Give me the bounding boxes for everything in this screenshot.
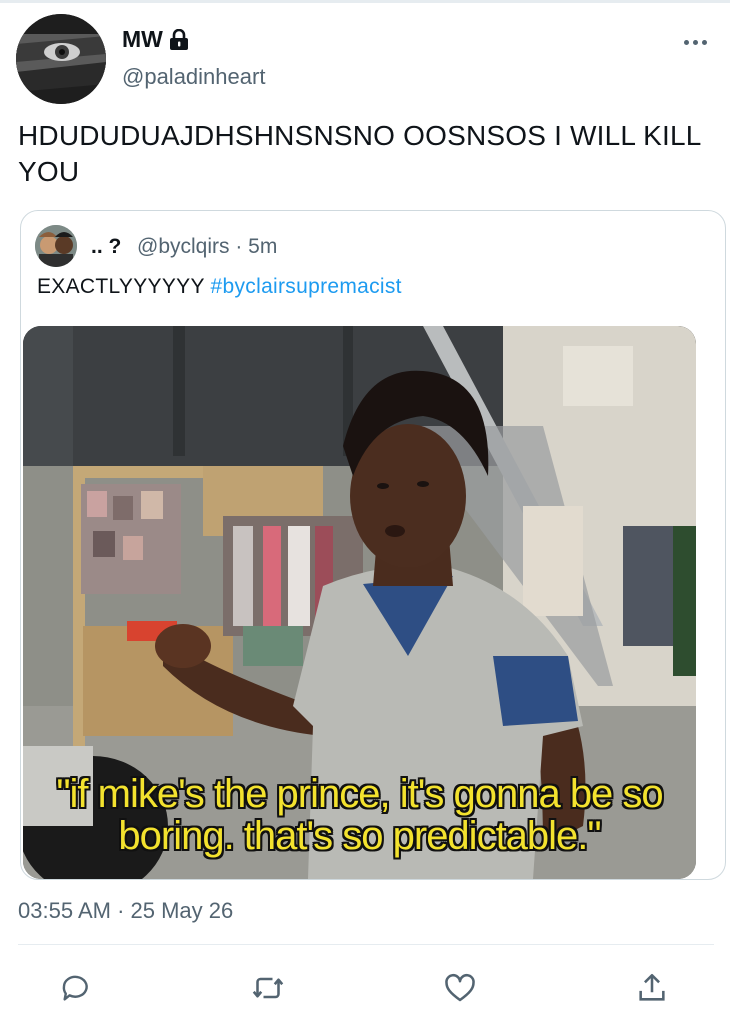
tweet-text: HDUDUDUAJDHSHNSNSNO OOSNSOS I WILL KILL … (18, 120, 701, 187)
quoted-author-name[interactable]: .. ? (91, 235, 121, 259)
media-caption-line-1: "if mike's the prince, it's gonna be so (56, 772, 663, 816)
author-name-text: MW (122, 26, 163, 52)
top-divider (0, 0, 730, 3)
tweet-timestamp[interactable]: 03:55 AM · 25 May 26 (18, 898, 233, 924)
like-button[interactable] (440, 968, 480, 1008)
author-display-name[interactable]: MW (122, 26, 189, 53)
author-avatar[interactable] (16, 14, 106, 104)
share-button[interactable] (632, 968, 672, 1008)
retweet-button[interactable] (248, 968, 288, 1008)
quoted-author-meta[interactable]: @byclqirs · 5m (137, 235, 277, 259)
reply-button[interactable] (56, 968, 96, 1008)
quoted-author-avatar[interactable] (35, 225, 77, 267)
media-caption-line-2: boring. that's so predictable." (118, 814, 601, 858)
more-icon[interactable] (678, 32, 712, 52)
hashtag-link[interactable]: #byclairsupremacist (211, 275, 402, 298)
retweet-icon (252, 977, 284, 999)
share-icon (639, 973, 665, 1001)
quoted-tweet-card[interactable]: .. ? @byclqirs · 5m EXACTLYYYYYY #byclai… (20, 210, 726, 880)
actions-divider (18, 944, 714, 945)
reply-icon (62, 975, 88, 1001)
quoted-tweet-text: EXACTLYYYYYY #byclairsupremacist (37, 275, 402, 299)
lock-icon (169, 28, 189, 51)
heart-icon (445, 973, 475, 1002)
quoted-text-body: EXACTLYYYYYY (37, 275, 205, 298)
author-handle[interactable]: @paladinheart (122, 64, 265, 90)
quoted-media-image[interactable]: "if mike's the prince, it's gonna be so … (23, 326, 696, 879)
